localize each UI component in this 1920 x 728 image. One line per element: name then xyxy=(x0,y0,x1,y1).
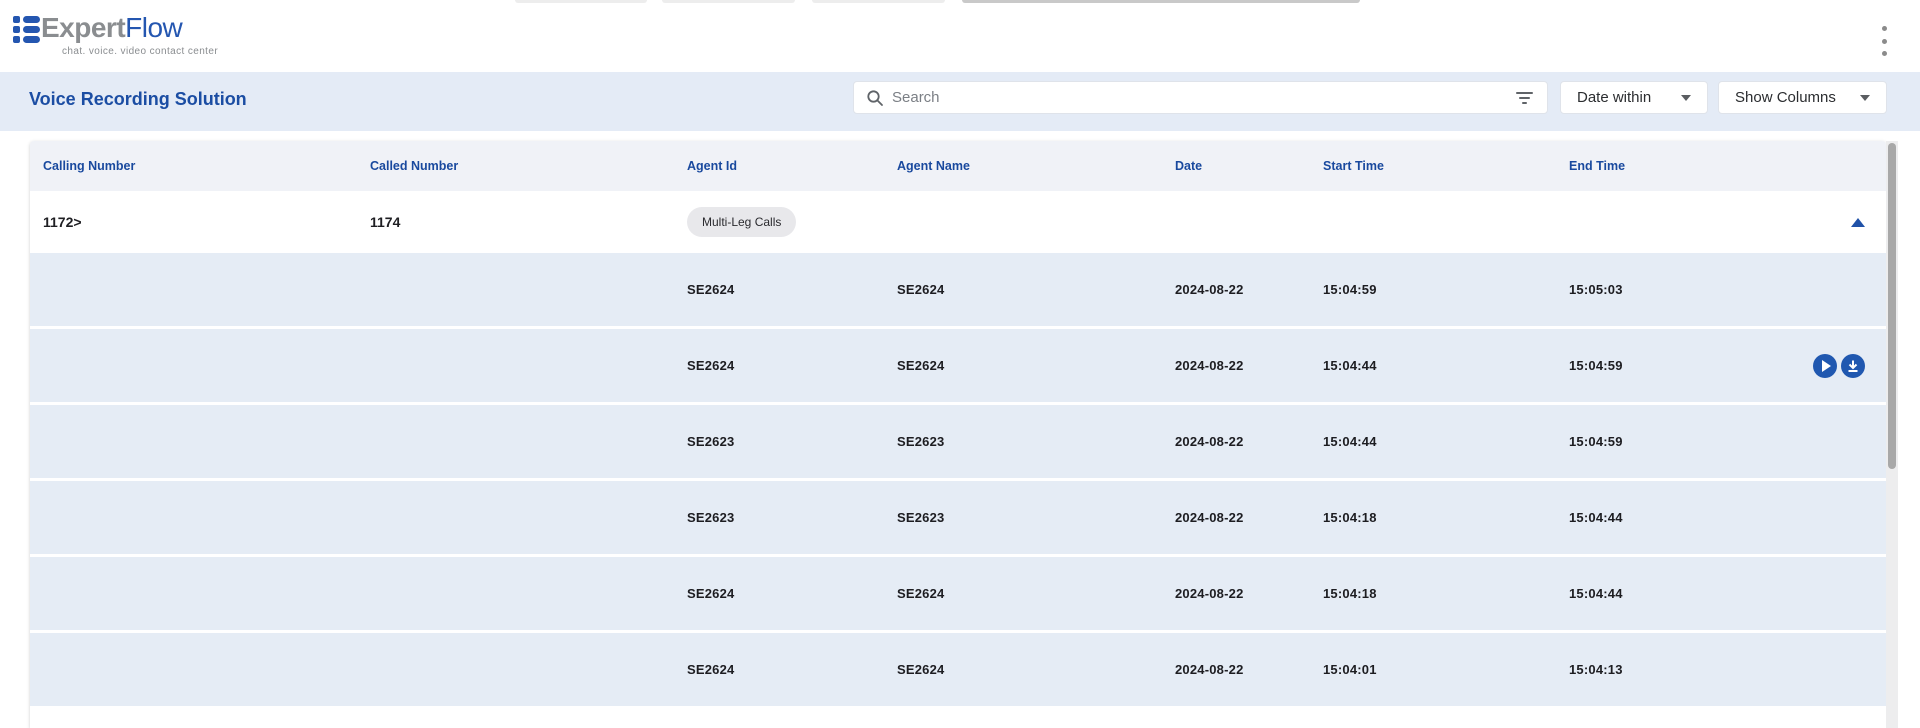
cell-agent-name: SE2624 xyxy=(897,282,1175,297)
download-icon xyxy=(1846,359,1860,373)
show-columns-label: Show Columns xyxy=(1735,89,1836,106)
filter-icon[interactable] xyxy=(1514,88,1535,108)
more-options-kebab-icon[interactable] xyxy=(1876,25,1892,57)
cell-agent-name: SE2624 xyxy=(897,586,1175,601)
page-header: Voice Recording Solution Date within Sho… xyxy=(0,72,1920,131)
table-row: SE2624 SE2624 2024-08-22 15:04:59 15:05:… xyxy=(30,253,1886,326)
cell-date: 2024-08-22 xyxy=(1175,282,1323,297)
vertical-scrollbar xyxy=(1886,141,1898,728)
cell-agent-name: SE2624 xyxy=(897,662,1175,677)
cell-date: 2024-08-22 xyxy=(1175,586,1323,601)
download-recording-button[interactable] xyxy=(1841,354,1865,378)
cell-date: 2024-08-22 xyxy=(1175,662,1323,677)
play-recording-button[interactable] xyxy=(1813,354,1837,378)
table-row: SE2624 SE2624 2024-08-22 15:04:44 15:04:… xyxy=(30,329,1886,402)
browser-tab-remnant xyxy=(812,0,945,3)
date-within-dropdown[interactable]: Date within xyxy=(1560,81,1708,114)
cell-end-time: 15:04:59 xyxy=(1569,434,1886,449)
column-header-agent-id: Agent Id xyxy=(687,159,897,173)
cell-start-time: 15:04:18 xyxy=(1323,586,1569,601)
cell-start-time: 15:04:59 xyxy=(1323,282,1569,297)
search-box xyxy=(853,81,1548,114)
search-icon xyxy=(866,89,884,107)
cell-end-time: 15:04:44 xyxy=(1569,586,1886,601)
browser-tab-remnant xyxy=(515,0,647,3)
scrollbar-thumb[interactable] xyxy=(1888,143,1896,469)
browser-tab-remnant xyxy=(662,0,795,3)
cell-agent-id: SE2624 xyxy=(687,586,897,601)
play-icon xyxy=(1822,360,1831,372)
table-row: SE2624 SE2624 2024-08-22 15:04:18 15:04:… xyxy=(30,557,1886,630)
cell-start-time: 15:04:18 xyxy=(1323,510,1569,525)
cell-agent-id: SE2624 xyxy=(687,282,897,297)
cell-start-time: 15:04:44 xyxy=(1323,434,1569,449)
cell-end-time: 15:05:03 xyxy=(1569,282,1886,297)
cell-date: 2024-08-22 xyxy=(1175,358,1323,373)
cell-date: 2024-08-22 xyxy=(1175,510,1323,525)
cell-date: 2024-08-22 xyxy=(1175,434,1323,449)
cell-start-time: 15:04:44 xyxy=(1323,358,1569,373)
table-body: SE2624 SE2624 2024-08-22 15:04:59 15:05:… xyxy=(30,253,1886,706)
expertflow-logo-icon xyxy=(13,16,40,46)
table-row: SE2623 SE2623 2024-08-22 15:04:18 15:04:… xyxy=(30,481,1886,554)
page-title: Voice Recording Solution xyxy=(29,89,247,110)
table-header-row: Calling Number Called Number Agent Id Ag… xyxy=(30,141,1886,191)
table-row: SE2624 SE2624 2024-08-22 15:04:01 15:04:… xyxy=(30,633,1886,706)
column-header-agent-name: Agent Name xyxy=(897,159,1175,173)
cell-end-time: 15:04:44 xyxy=(1569,510,1886,525)
show-columns-dropdown[interactable]: Show Columns xyxy=(1718,81,1887,114)
search-input[interactable] xyxy=(892,89,1514,106)
recordings-table: Calling Number Called Number Agent Id Ag… xyxy=(30,141,1886,728)
cell-agent-id: SE2623 xyxy=(687,510,897,525)
brand-name: ExpertFlow xyxy=(41,12,182,44)
column-header-date: Date xyxy=(1175,159,1323,173)
column-header-called-number: Called Number xyxy=(370,159,687,173)
group-called-number: 1174 xyxy=(370,214,687,230)
browser-tab-remnant xyxy=(962,0,1360,3)
column-header-calling-number: Calling Number xyxy=(43,159,370,173)
collapse-group-button[interactable] xyxy=(1850,214,1866,230)
cell-agent-name: SE2623 xyxy=(897,434,1175,449)
table-row: SE2623 SE2623 2024-08-22 15:04:44 15:04:… xyxy=(30,405,1886,478)
column-header-start-time: Start Time xyxy=(1323,159,1569,173)
cell-start-time: 15:04:01 xyxy=(1323,662,1569,677)
cell-agent-id: SE2624 xyxy=(687,358,897,373)
cell-end-time: 15:04:13 xyxy=(1569,662,1886,677)
caret-down-icon xyxy=(1681,95,1691,101)
triangle-up-icon xyxy=(1851,218,1865,227)
row-actions xyxy=(1813,354,1865,378)
cell-agent-id: SE2624 xyxy=(687,662,897,677)
group-calling-number: 1172> xyxy=(43,214,370,230)
cell-agent-id: SE2623 xyxy=(687,434,897,449)
column-header-end-time: End Time xyxy=(1569,159,1886,173)
date-within-label: Date within xyxy=(1577,89,1651,106)
call-group-row[interactable]: 1172> 1174 Multi-Leg Calls xyxy=(30,191,1886,253)
brand-tagline: chat. voice. video contact center xyxy=(62,46,218,57)
cell-agent-name: SE2624 xyxy=(897,358,1175,373)
multi-leg-calls-badge: Multi-Leg Calls xyxy=(687,207,796,237)
caret-down-icon xyxy=(1860,95,1870,101)
cell-agent-name: SE2623 xyxy=(897,510,1175,525)
